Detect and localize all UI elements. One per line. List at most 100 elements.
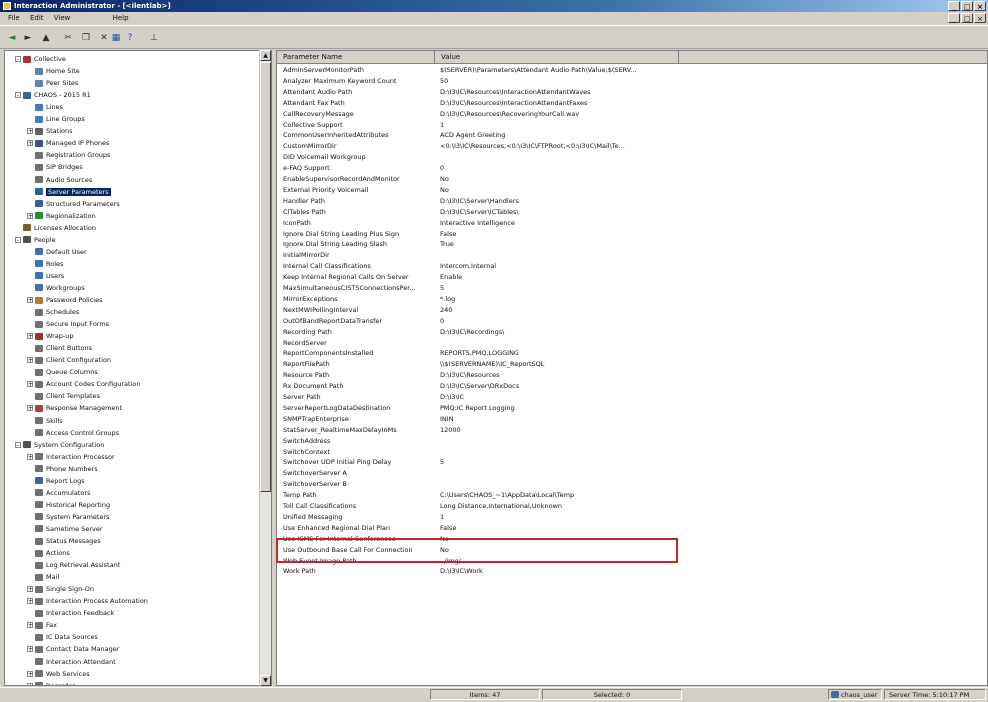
table-row[interactable]: SwitchoverServer B [277, 479, 677, 490]
table-row[interactable]: ServerReportLogDataDestination PMQ:IC Rep… [277, 403, 677, 414]
expand-toggle[interactable]: + [27, 598, 33, 605]
tree-item[interactable]: Client Templates [27, 391, 100, 402]
tree-item[interactable]: Server Parameters [27, 187, 111, 198]
tree-item[interactable]: Interaction Feedback [27, 608, 114, 619]
menu-edit[interactable]: Edit [30, 12, 44, 25]
table-row[interactable]: SwitchAddress [277, 436, 677, 447]
tree-item[interactable]: Secure Input Forms [27, 319, 109, 330]
table-row[interactable]: Work Path D:\I3\IC\Work [277, 566, 677, 577]
column-header-parameter-name[interactable]: Parameter Name [277, 51, 435, 63]
tree-item[interactable]: Line Groups [27, 114, 85, 125]
back-icon[interactable]: ◄ [6, 33, 18, 43]
tree-item[interactable]: + Account Codes Configuration [27, 379, 141, 390]
scroll-thumb[interactable] [260, 62, 271, 492]
expand-toggle[interactable]: + [27, 297, 33, 304]
table-row[interactable]: AdminServerMonitorPath $(SERVER)\Paramete… [277, 65, 677, 76]
expand-toggle[interactable]: + [27, 357, 33, 364]
tree-item[interactable]: Structured Parameters [27, 199, 120, 210]
expand-toggle[interactable]: + [27, 128, 33, 135]
tree-item[interactable]: Accumulators [27, 488, 90, 499]
delete-icon[interactable]: ✕ [98, 33, 110, 43]
tree-item[interactable]: Lines [27, 102, 63, 113]
tree-item[interactable]: Interaction Attendant [27, 657, 116, 668]
table-row[interactable]: RecordServer [277, 338, 677, 349]
copy-icon[interactable]: ❐ [80, 33, 92, 43]
table-row[interactable]: NextMWIPollingInterval 240 [277, 305, 677, 316]
tree-item[interactable]: Licenses Allocation [15, 223, 96, 234]
tree-item[interactable]: Schedules [27, 307, 79, 318]
child-close-button[interactable]: × [974, 13, 986, 23]
table-row[interactable]: Recording Path D:\I3\IC\Recordings\ [277, 327, 677, 338]
tree-item[interactable]: Workgroups [27, 283, 85, 294]
table-row[interactable]: EnableSupervisorRecordAndMonitor No [277, 174, 677, 185]
table-row[interactable]: Switchover UDP Initial Ping Delay 5 [277, 457, 677, 468]
table-row[interactable]: e-FAQ Support 0 [277, 163, 677, 174]
tree-item[interactable]: - Collective [15, 54, 66, 65]
up-icon[interactable]: ▲ [40, 33, 52, 43]
table-row[interactable]: Server Path D:\I3\IC [277, 392, 677, 403]
table-row[interactable]: ReportFilePath \\$(SERVERNAME)\IC_ReportS… [277, 359, 677, 370]
tree-item[interactable]: + Interaction Process Automation [27, 596, 148, 607]
expand-toggle[interactable]: + [27, 682, 33, 685]
tree-item[interactable]: Default User [27, 247, 87, 258]
maximize-button[interactable]: □ [961, 1, 973, 11]
table-row[interactable]: OutOfBandReportDataTransfer 0 [277, 316, 677, 327]
table-row[interactable]: External Priority Voicemail No [277, 185, 677, 196]
table-row[interactable]: Toll Call Classifications Long Distance,I… [277, 501, 677, 512]
tree-item[interactable]: Peer Sites [27, 78, 78, 89]
table-row[interactable]: Collective Support 1 [277, 120, 677, 131]
table-row[interactable]: ReportComponentsInstalled REPORTS,PMQ,LOG… [277, 348, 677, 359]
tree-item[interactable]: IC Data Sources [27, 632, 98, 643]
tree-item[interactable]: + Single Sign-On [27, 584, 94, 595]
tree-item[interactable]: Access Control Groups [27, 428, 119, 439]
child-minimize-button[interactable]: _ [948, 13, 960, 23]
table-row[interactable]: CustomMirrorDir <0:\I3\IC\Resources;<0:\I… [277, 141, 677, 152]
scroll-down-button[interactable]: ▼ [260, 675, 271, 686]
tree-item[interactable]: - CHAOS - 2015 R1 [15, 90, 91, 101]
tree-item[interactable]: + Wrap-up [27, 331, 74, 342]
expand-toggle[interactable]: + [27, 646, 33, 653]
tree-item[interactable]: Users [27, 271, 64, 282]
expand-toggle[interactable]: + [27, 381, 33, 388]
expand-toggle[interactable]: + [27, 670, 33, 677]
table-row[interactable]: Attendant Fax Path D:\I3\IC\Resources\Int… [277, 98, 677, 109]
table-row[interactable]: InitialMirrorDir [277, 250, 677, 261]
table-row[interactable]: Use Enhanced Regional Dial Plan False [277, 523, 677, 534]
close-button[interactable]: × [974, 1, 986, 11]
tree-item[interactable]: Mail [27, 572, 59, 583]
tree-item[interactable]: Phone Numbers [27, 464, 98, 475]
cut-icon[interactable]: ✂ [62, 33, 74, 43]
tree-item[interactable]: + Contact Data Manager [27, 644, 119, 655]
help-icon[interactable]: ? [124, 33, 136, 43]
table-row[interactable]: Internal Call Classifications Intercom,In… [277, 261, 677, 272]
expand-toggle[interactable]: + [27, 622, 33, 629]
table-row[interactable]: Unified Messaging 1 [277, 512, 677, 523]
tree-item[interactable]: - System Configuration [15, 440, 104, 451]
table-row[interactable]: MaxSimultaneousCISTSConnectionsPer... 5 [277, 283, 677, 294]
tree-item[interactable]: + Interaction Processor [27, 452, 115, 463]
table-row[interactable]: Attendant Audio Path D:\I3\IC\Resources\I… [277, 87, 677, 98]
expand-toggle[interactable]: + [27, 140, 33, 147]
tree-item[interactable]: Skills [27, 416, 63, 427]
menu-view[interactable]: View [54, 12, 71, 25]
tree-item[interactable]: + Password Policies [27, 295, 102, 306]
tree-item[interactable]: Client Buttons [27, 343, 92, 354]
tree-item[interactable]: Home Site [27, 66, 80, 77]
tree-item[interactable]: + Response Management [27, 403, 122, 414]
tree-item[interactable]: Log Retrieval Assistant [27, 560, 120, 571]
scroll-up-button[interactable]: ▲ [260, 50, 271, 61]
tree-item[interactable]: Actions [27, 548, 70, 559]
tree-item[interactable]: + Web Services [27, 669, 90, 680]
table-row[interactable]: SwitchContext [277, 447, 677, 458]
table-row[interactable]: Ignore Dial String Leading Plus Sign Fals… [277, 229, 677, 240]
minimize-button[interactable]: _ [948, 1, 960, 11]
table-row[interactable]: Ignore Dial String Leading Slash True [277, 239, 677, 250]
expand-toggle[interactable]: + [27, 453, 33, 460]
table-row[interactable]: StatServer_RealtimeMaxDelayInMs 12000 [277, 425, 677, 436]
tree-item[interactable]: SIP Bridges [27, 162, 83, 173]
tree-item[interactable]: Queue Columns [27, 367, 98, 378]
tree-item[interactable]: Roles [27, 259, 63, 270]
table-row[interactable]: ClTables Path D:\I3\IC\Server\ICTables\ [277, 207, 677, 218]
table-row[interactable]: Handler Path D:\I3\IC\Server\Handlers [277, 196, 677, 207]
expand-toggle[interactable]: + [27, 333, 33, 340]
